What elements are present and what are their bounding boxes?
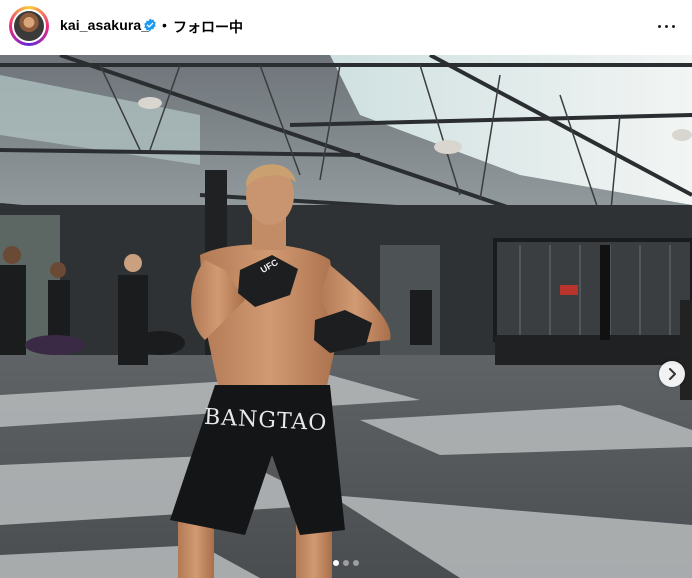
carousel-dots <box>333 560 359 566</box>
avatar-frame <box>12 9 46 43</box>
chevron-right-icon <box>669 368 676 380</box>
avatar-image <box>14 11 44 41</box>
username-link[interactable]: kai_asakura_ <box>60 17 149 33</box>
carousel-dot <box>353 560 359 566</box>
more-dot <box>658 25 662 29</box>
avatar[interactable] <box>9 6 49 46</box>
post-header: kai_asakura_ • フォロー中 <box>0 0 692 55</box>
following-button[interactable]: フォロー中 <box>173 17 243 37</box>
carousel-dot <box>343 560 349 566</box>
more-dot <box>672 25 676 29</box>
post-photo[interactable] <box>0 55 692 578</box>
more-dot <box>665 25 669 29</box>
more-icon[interactable] <box>657 18 677 34</box>
gym-scene <box>0 55 692 578</box>
carousel-dot <box>333 560 339 566</box>
next-slide-button[interactable] <box>659 361 685 387</box>
verified-badge-icon <box>144 18 156 32</box>
separator-dot: • <box>162 17 167 33</box>
octagon-cage <box>493 238 692 365</box>
